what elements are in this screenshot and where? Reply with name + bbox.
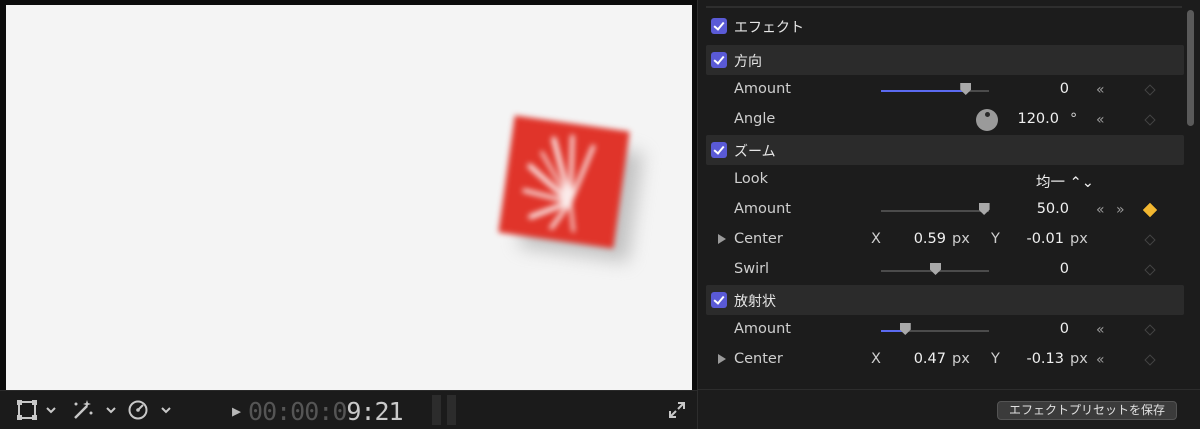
param-label: Center	[734, 351, 783, 367]
timecode-bright: 9:21	[346, 396, 403, 426]
group-title: 放射状	[734, 294, 776, 310]
group-title: 方向	[734, 54, 762, 70]
keyframe-icon[interactable]	[1144, 114, 1156, 126]
param-row-zoom-amount: Amount 50.0 « »	[706, 195, 1184, 225]
timecode-dim: 00:00:0	[248, 396, 347, 426]
viewer: ▶ 00:00:0 9:21	[0, 0, 697, 429]
param-value[interactable]: 0	[1060, 261, 1069, 277]
group-direction[interactable]: 方向	[706, 45, 1184, 75]
x-unit: px	[952, 351, 970, 367]
param-row-direction-amount: Amount 0 «	[706, 75, 1184, 105]
keyframe-icon[interactable]	[1144, 324, 1156, 336]
effect-checkbox[interactable]	[711, 18, 727, 34]
inspector-footer: エフェクトプリセットを保存	[698, 389, 1200, 429]
y-value[interactable]: -0.01	[1016, 231, 1064, 247]
group-zoom[interactable]: ズーム	[706, 135, 1184, 165]
slider-thumb[interactable]	[960, 83, 972, 95]
previous-keyframe-icon[interactable]: «	[1096, 82, 1105, 98]
chevron-down-icon[interactable]	[105, 399, 117, 421]
x-label: X	[871, 231, 881, 247]
y-value[interactable]: -0.13	[1016, 351, 1064, 367]
param-label: Center	[734, 231, 783, 247]
previous-keyframe-icon[interactable]: «	[1096, 322, 1105, 338]
group-radial[interactable]: 放射状	[706, 285, 1184, 315]
keyframe-icon[interactable]	[1144, 354, 1156, 366]
look-popup[interactable]: 均一 ⌃⌄	[1036, 171, 1094, 192]
y-unit: px	[1070, 351, 1088, 367]
param-row-radial-amount: Amount 0 «	[706, 315, 1184, 345]
fullscreen-icon[interactable]	[668, 399, 686, 421]
keyframe-icon[interactable]	[1144, 84, 1156, 96]
param-row-zoom-center: Center X 0.59 px Y -0.01 px	[706, 225, 1184, 255]
slider-thumb[interactable]	[978, 203, 990, 215]
effect-section-header[interactable]: エフェクト	[706, 11, 1184, 41]
param-value[interactable]: 50.0	[1037, 201, 1069, 217]
param-value[interactable]: 0	[1060, 321, 1069, 337]
play-icon[interactable]: ▶	[232, 402, 241, 420]
param-label: Amount	[734, 201, 791, 217]
effect-section-title: エフェクト	[734, 20, 804, 36]
previous-keyframe-icon[interactable]: «	[1096, 112, 1105, 128]
keyframe-active-icon[interactable]	[1142, 202, 1158, 218]
param-label: Angle	[734, 111, 776, 127]
inspector-scrollbar[interactable]	[1187, 10, 1194, 126]
angle-dial[interactable]	[976, 109, 998, 131]
previous-keyframe-icon[interactable]: «	[1096, 202, 1105, 218]
y-label: Y	[991, 351, 1000, 367]
chevron-down-icon[interactable]	[160, 399, 172, 421]
slider-thumb[interactable]	[930, 263, 941, 275]
viewer-toolbar: ▶ 00:00:0 9:21	[0, 390, 697, 429]
transform-icon[interactable]	[16, 399, 38, 421]
y-unit: px	[1070, 231, 1088, 247]
next-keyframe-icon[interactable]: »	[1116, 202, 1125, 218]
previous-keyframe-icon[interactable]: «	[1096, 352, 1105, 368]
timecode-display[interactable]: ▶ 00:00:0 9:21	[232, 396, 404, 426]
param-label: Amount	[734, 321, 791, 337]
amount-slider[interactable]	[881, 323, 989, 335]
amount-slider[interactable]	[881, 83, 989, 95]
group-title: ズーム	[734, 144, 776, 160]
param-row-radial-center: Center X 0.47 px Y -0.13 px «	[706, 345, 1184, 375]
x-value[interactable]: 0.47	[901, 351, 946, 367]
keyframe-icon[interactable]	[1144, 264, 1156, 276]
disclosure-triangle-icon[interactable]	[718, 354, 726, 364]
blurred-clip	[498, 115, 630, 249]
speed-icon[interactable]	[127, 399, 149, 421]
param-label: Amount	[734, 81, 791, 97]
save-effect-preset-button[interactable]: エフェクトプリセットを保存	[996, 401, 1177, 420]
inspector: エフェクト 方向 Amount 0 « Angle 120.0 ° « ズーム …	[697, 0, 1200, 429]
slider-thumb[interactable]	[899, 323, 911, 335]
param-label: Swirl	[734, 261, 770, 277]
x-unit: px	[952, 231, 970, 247]
param-row-direction-angle: Angle 120.0 ° «	[706, 105, 1184, 135]
param-unit: °	[1070, 111, 1078, 127]
audio-meters	[432, 395, 458, 425]
direction-checkbox[interactable]	[711, 52, 727, 68]
radial-checkbox[interactable]	[711, 292, 727, 308]
zoom-checkbox[interactable]	[711, 142, 727, 158]
param-label: Look	[734, 171, 768, 187]
keyframe-icon[interactable]	[1144, 234, 1156, 246]
enhance-wand-icon[interactable]	[70, 399, 94, 421]
disclosure-triangle-icon[interactable]	[718, 234, 726, 244]
param-row-zoom-swirl: Swirl 0	[706, 255, 1184, 285]
x-label: X	[871, 351, 881, 367]
y-label: Y	[991, 231, 1000, 247]
param-value[interactable]: 0	[1060, 81, 1069, 97]
chevron-down-icon[interactable]	[45, 399, 57, 421]
amount-slider[interactable]	[881, 203, 990, 215]
viewer-canvas[interactable]	[6, 5, 692, 390]
param-value[interactable]: 120.0	[1017, 111, 1059, 127]
radial-blur-rays	[522, 134, 596, 233]
x-value[interactable]: 0.59	[901, 231, 946, 247]
param-row-zoom-look: Look 均一 ⌃⌄	[706, 165, 1184, 195]
swirl-slider[interactable]	[881, 263, 989, 275]
